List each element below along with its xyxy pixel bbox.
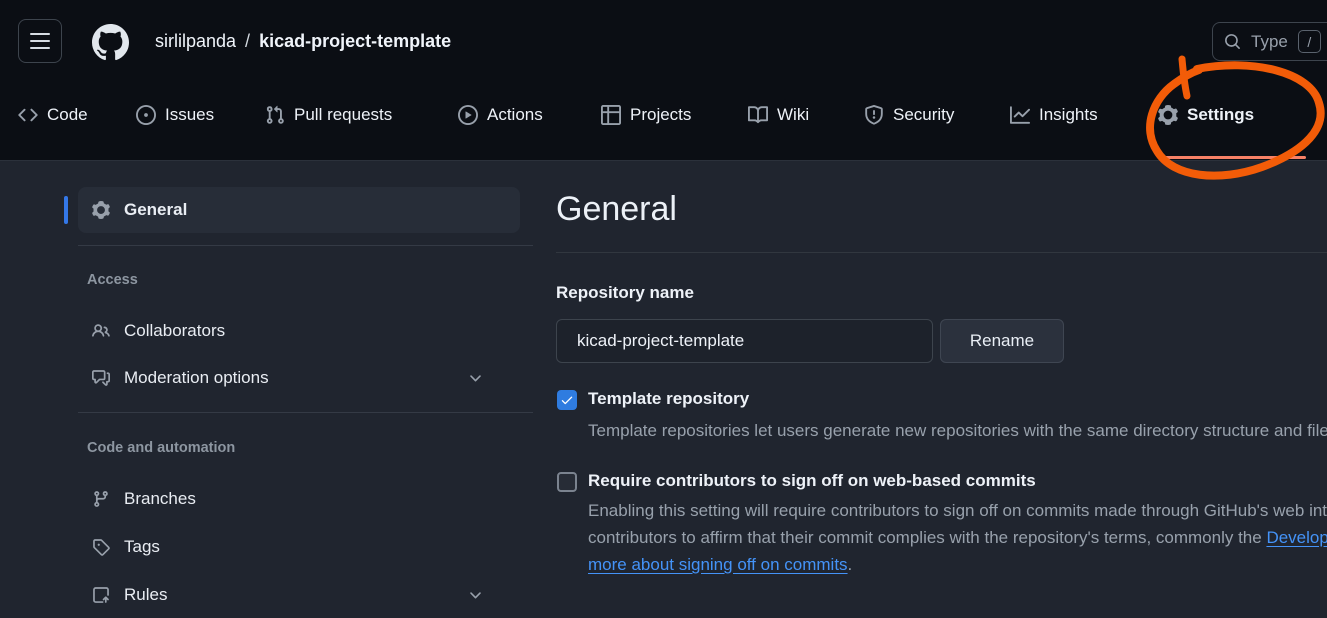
sidebar-divider <box>78 412 533 413</box>
signoff-checkbox[interactable] <box>557 472 577 492</box>
tab-label: Settings <box>1187 105 1254 125</box>
sidebar-divider <box>78 245 533 246</box>
tab-label: Insights <box>1039 105 1098 125</box>
tag-icon <box>92 538 110 556</box>
sidebar-item-rules[interactable]: Rules <box>78 572 520 618</box>
sidebar-item-label: General <box>124 200 187 220</box>
github-settings-page: sirlilpanda / kicad-project-template Typ… <box>0 0 1327 618</box>
sidebar-item-collaborators[interactable]: Collaborators <box>78 308 520 354</box>
github-logo-icon[interactable] <box>92 24 129 61</box>
check-icon <box>560 393 574 407</box>
template-repository-description: Template repositories let users generate… <box>588 421 1327 441</box>
sidebar-item-general[interactable]: General <box>78 187 520 233</box>
tab-label: Projects <box>630 105 691 125</box>
tab-projects[interactable]: Projects <box>601 92 691 138</box>
breadcrumb: sirlilpanda / kicad-project-template <box>155 0 451 82</box>
tab-actions[interactable]: Actions <box>458 92 543 138</box>
search-input[interactable]: Type / <box>1212 22 1327 61</box>
chevron-down-icon <box>467 370 484 387</box>
repository-name-input[interactable] <box>556 319 933 363</box>
sidebar-section-code-and-automation: Code and automation <box>87 440 235 456</box>
code-icon <box>18 105 38 125</box>
graph-icon <box>1010 105 1030 125</box>
search-icon <box>1224 33 1241 50</box>
sidebar-item-tags[interactable]: Tags <box>78 524 520 570</box>
signoff-description-text: contributors to affirm that their commit… <box>588 528 1266 547</box>
book-icon <box>748 105 768 125</box>
table-icon <box>601 105 621 125</box>
tab-label: Actions <box>487 105 543 125</box>
repository-name-label: Repository name <box>556 283 694 303</box>
tab-label: Wiki <box>777 105 809 125</box>
slash-shortcut-key: / <box>1298 30 1321 53</box>
tab-wiki[interactable]: Wiki <box>748 92 809 138</box>
hamburger-menu-button[interactable] <box>18 19 62 63</box>
tab-settings[interactable]: Settings <box>1158 92 1254 138</box>
gear-icon <box>1158 105 1178 125</box>
app-header: sirlilpanda / kicad-project-template Typ… <box>0 0 1327 161</box>
section-divider <box>556 252 1327 253</box>
play-icon <box>458 105 478 125</box>
tab-label: Security <box>893 105 954 125</box>
tab-insights[interactable]: Insights <box>1010 92 1098 138</box>
tab-code[interactable]: Code <box>18 92 88 138</box>
template-repository-label[interactable]: Template repository <box>588 389 749 409</box>
sidebar-item-label: Collaborators <box>124 321 225 341</box>
tab-label: Issues <box>165 105 214 125</box>
rename-button[interactable]: Rename <box>940 319 1064 363</box>
rules-icon <box>92 586 110 604</box>
issue-opened-icon <box>136 105 156 125</box>
search-placeholder: Type <box>1251 32 1288 52</box>
sidebar-item-label: Moderation options <box>124 368 269 388</box>
tab-pull-requests[interactable]: Pull requests <box>265 92 392 138</box>
active-tab-underline <box>1158 156 1306 159</box>
sidebar-item-label: Branches <box>124 489 196 509</box>
git-branch-icon <box>92 490 110 508</box>
shield-icon <box>864 105 884 125</box>
sidebar-item-branches[interactable]: Branches <box>78 476 520 522</box>
signoff-description-line3: more about signing off on commits. <box>588 555 852 575</box>
tab-security[interactable]: Security <box>864 92 954 138</box>
comment-discussion-icon <box>92 369 110 387</box>
template-repository-checkbox[interactable] <box>557 390 577 410</box>
sidebar-item-moderation-options[interactable]: Moderation options <box>78 355 520 401</box>
signoff-description-line1: Enabling this setting will require contr… <box>588 501 1327 521</box>
tab-issues[interactable]: Issues <box>136 92 214 138</box>
tab-label: Pull requests <box>294 105 392 125</box>
breadcrumb-repo-link[interactable]: kicad-project-template <box>259 31 451 52</box>
sidebar-item-label: Tags <box>124 537 160 557</box>
sidebar-section-access: Access <box>87 272 138 288</box>
git-pull-request-icon <box>265 105 285 125</box>
breadcrumb-separator: / <box>245 31 250 52</box>
signoff-description-suffix: . <box>848 555 853 574</box>
signoff-learn-more-link[interactable]: more about signing off on commits <box>588 555 848 574</box>
signoff-description-line2: contributors to affirm that their commit… <box>588 528 1327 548</box>
people-icon <box>92 322 110 340</box>
tab-label: Code <box>47 105 88 125</box>
breadcrumb-owner-link[interactable]: sirlilpanda <box>155 31 236 52</box>
chevron-down-icon <box>467 587 484 604</box>
signoff-label[interactable]: Require contributors to sign off on web-… <box>588 471 1036 491</box>
dco-link[interactable]: Developer Certificate of Origin (DCO). L… <box>1266 528 1327 547</box>
sidebar-item-label: Rules <box>124 585 167 605</box>
gear-icon <box>92 201 110 219</box>
page-title: General <box>556 190 677 229</box>
selected-item-accent-bar <box>64 196 68 224</box>
